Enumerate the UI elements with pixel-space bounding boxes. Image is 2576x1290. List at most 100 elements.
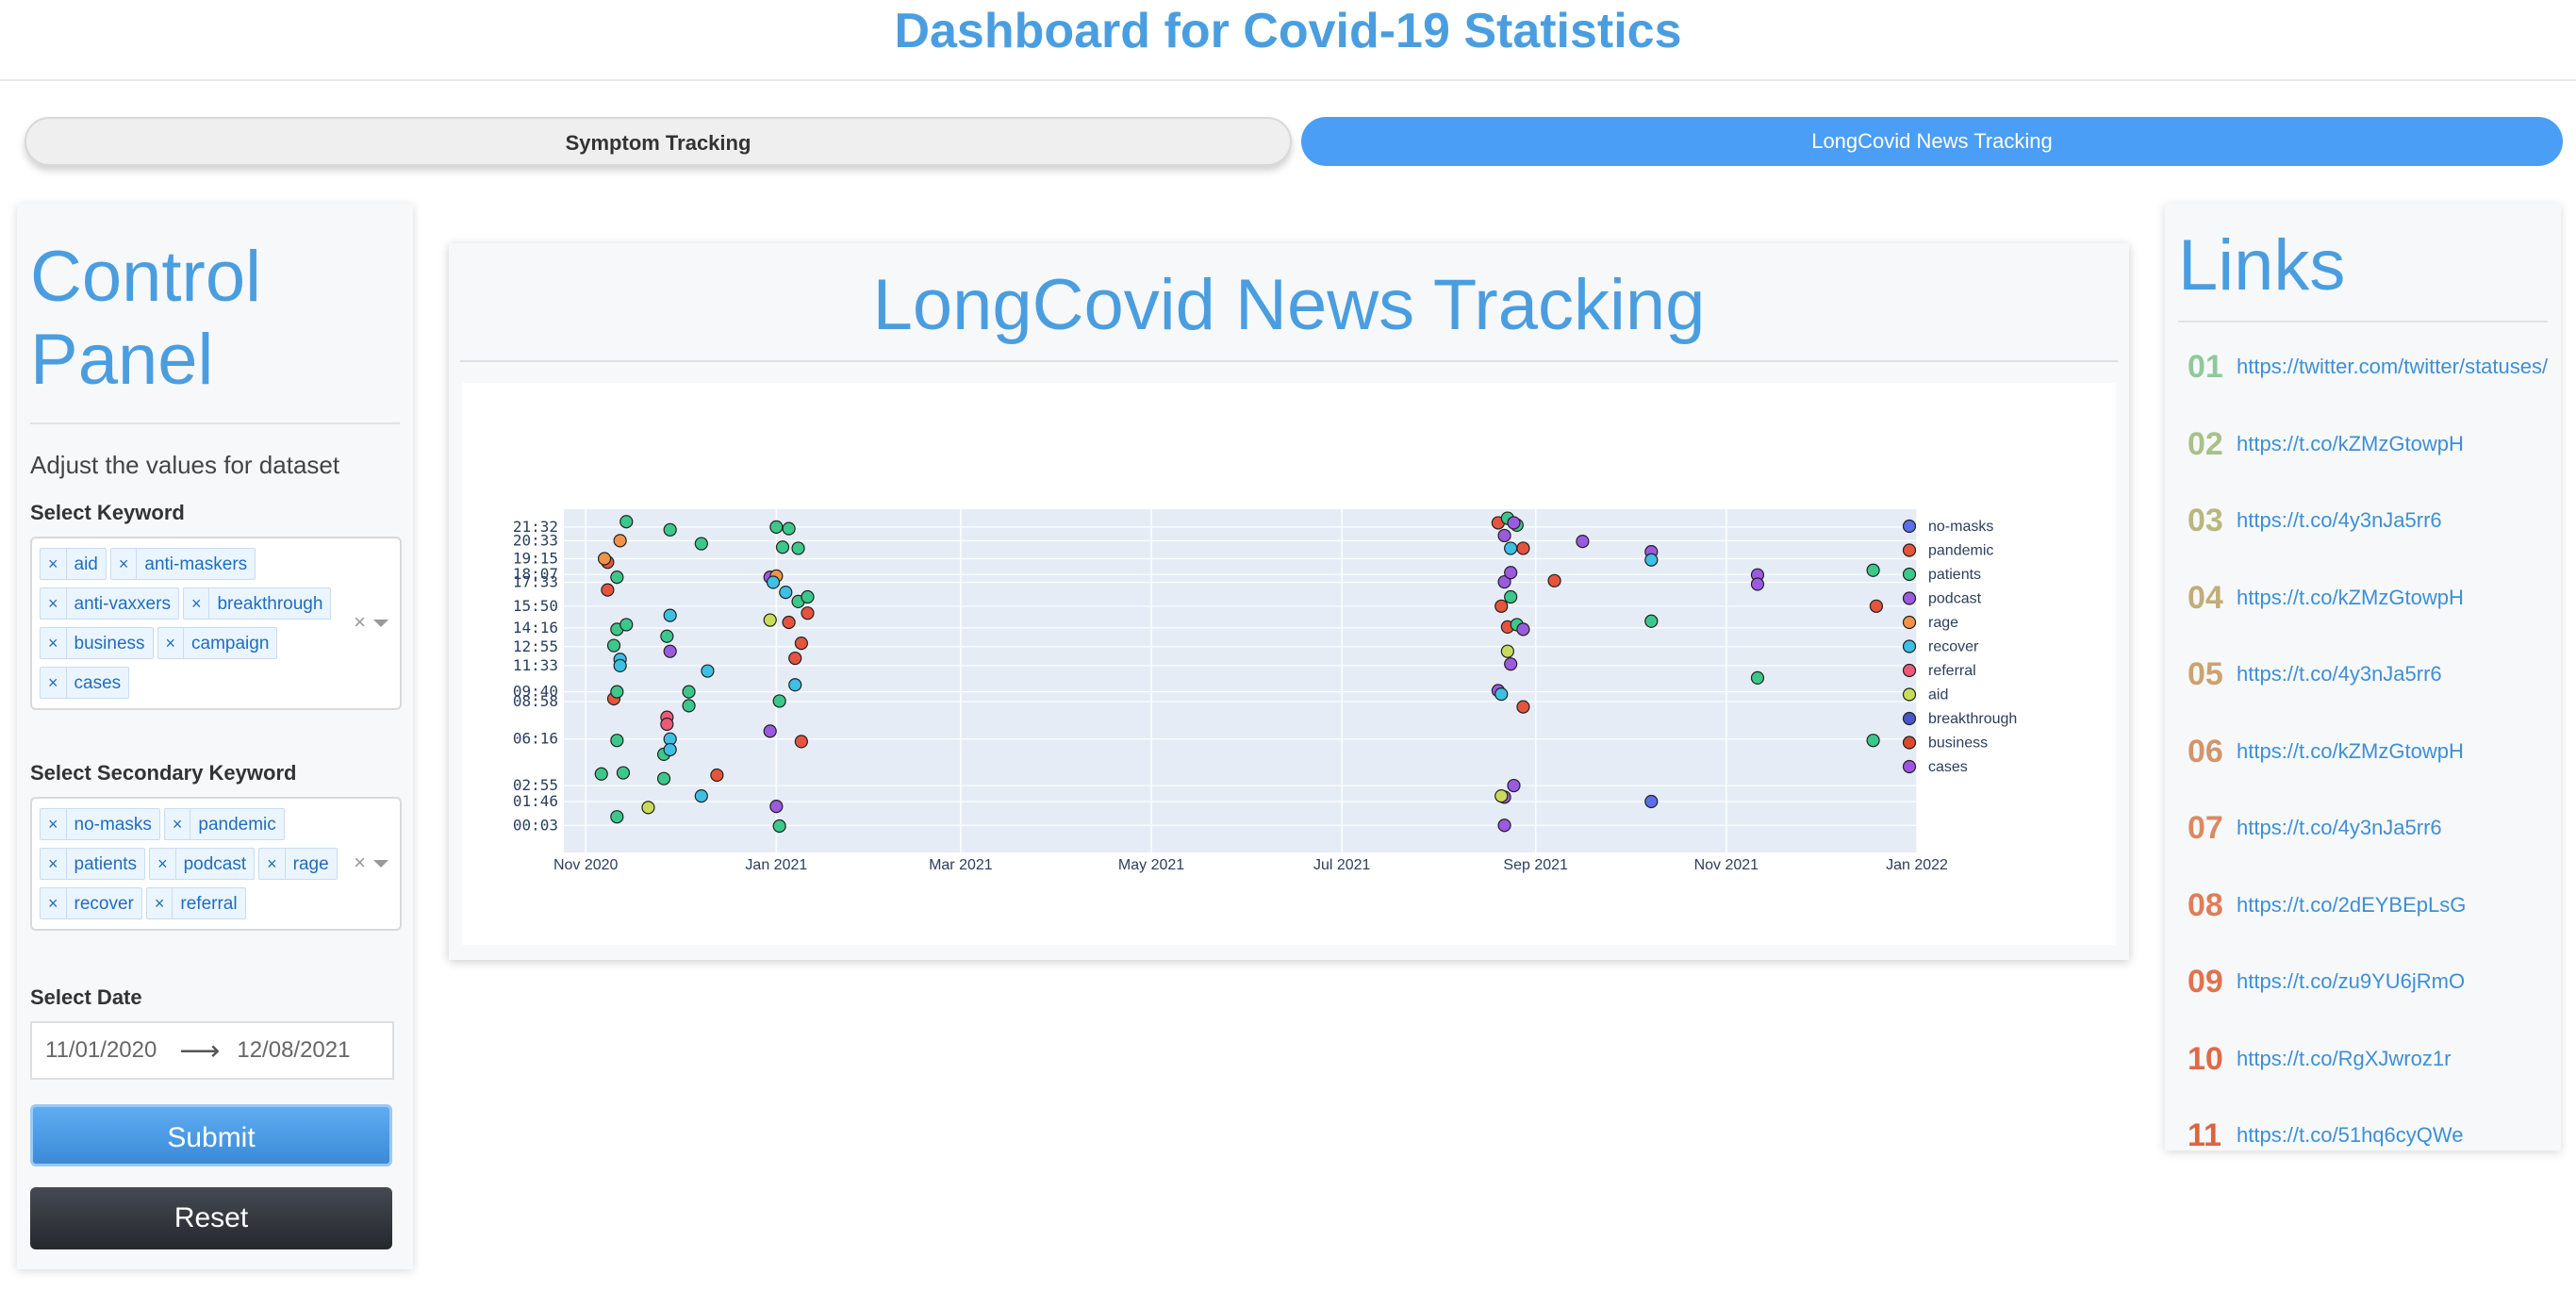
data-point-recover <box>694 788 708 803</box>
submit-button[interactable]: Submit <box>30 1104 392 1166</box>
tag-label: pandemic <box>198 815 276 835</box>
link-url[interactable]: https://t.co/zu9YU6jRmO <box>2237 964 2465 1000</box>
data-point-patients <box>682 699 696 713</box>
keyword-tag[interactable]: × podcast <box>149 848 256 880</box>
data-point-rage <box>613 534 627 548</box>
keyword-tag[interactable]: × business <box>40 627 154 659</box>
legend-marker-referral <box>1902 663 1917 678</box>
chart-area[interactable]: Nov 2020 Jan 2021 Mar 2021 May 2021 Jul 2021… <box>462 383 2116 945</box>
remove-tag-icon[interactable]: × <box>150 849 176 879</box>
link-item[interactable]: 03 https://t.co/4y3nJa5rr6 <box>2178 503 2561 580</box>
remove-tag-icon[interactable]: × <box>41 809 67 839</box>
tab-symptom-tracking[interactable]: Symptom Tracking <box>25 117 1292 166</box>
remove-tag-icon[interactable]: × <box>41 628 67 658</box>
keyword-tag[interactable]: × patients <box>40 848 146 880</box>
link-item[interactable]: 09 https://t.co/zu9YU6jRmO <box>2178 964 2561 1041</box>
remove-tag-icon[interactable]: × <box>184 588 210 619</box>
keyword-tag[interactable]: × pandemic <box>163 808 285 840</box>
keyword-tag[interactable]: × breakthrough <box>182 587 332 620</box>
reset-button[interactable]: Reset <box>30 1187 392 1249</box>
remove-tag-icon[interactable]: × <box>165 809 191 839</box>
keyword-tag[interactable]: × referral <box>145 887 246 919</box>
remove-tag-icon[interactable]: × <box>147 888 173 918</box>
links-list: 01 https://twitter.com/twitter/statuses/0… <box>2178 349 2561 1150</box>
data-point-podcast <box>1507 516 1521 530</box>
secondary-keyword-label: Select Secondary Keyword <box>30 761 297 785</box>
data-point-patients <box>1504 589 1518 604</box>
link-url[interactable]: https://t.co/4y3nJa5rr6 <box>2237 503 2442 538</box>
link-url[interactable]: https://t.co/2dEYBEpLsG <box>2237 887 2466 923</box>
date-range-picker[interactable]: 11/01/2020 ⟶ 12/08/2021 <box>30 1021 394 1080</box>
keyword-tag[interactable]: × cases <box>40 667 130 699</box>
data-point-recover <box>1504 541 1518 555</box>
remove-tag-icon[interactable]: × <box>41 849 67 879</box>
legend-label: breakthrough <box>1928 711 2017 727</box>
remove-tag-icon[interactable]: × <box>259 849 286 879</box>
keyword-tag[interactable]: × aid <box>40 548 107 580</box>
start-date-input[interactable]: 11/01/2020 <box>45 1037 157 1064</box>
legend-marker-podcast <box>1902 591 1917 605</box>
legend-marker-business <box>1902 736 1917 750</box>
data-point-recover <box>1494 686 1509 702</box>
chevron-down-icon[interactable] <box>373 620 388 627</box>
remove-tag-icon[interactable]: × <box>111 549 138 579</box>
data-point-rage <box>597 552 612 566</box>
link-url[interactable]: https://t.co/kZMzGtowpH <box>2237 734 2464 769</box>
link-item[interactable]: 07 https://t.co/4y3nJa5rr6 <box>2178 810 2561 887</box>
remove-tag-icon[interactable]: × <box>41 888 67 918</box>
y-tick-label: 06:16 <box>513 730 558 748</box>
remove-tag-icon[interactable]: × <box>41 588 67 619</box>
remove-tag-icon[interactable]: × <box>158 628 185 658</box>
keyword-tag[interactable]: × anti-maskers <box>109 548 256 580</box>
link-url[interactable]: https://t.co/4y3nJa5rr6 <box>2237 656 2442 692</box>
link-url[interactable]: https://t.co/kZMzGtowpH <box>2237 580 2464 616</box>
y-tick-label: 12:55 <box>513 637 558 655</box>
legend-label: recover <box>1928 639 1979 655</box>
end-date-input[interactable]: 12/08/2021 <box>237 1037 350 1064</box>
keyword-tag[interactable]: × campaign <box>157 627 278 659</box>
link-item[interactable]: 02 https://t.co/kZMzGtowpH <box>2178 426 2561 504</box>
keyword-tag[interactable]: × rage <box>258 848 338 880</box>
link-item[interactable]: 06 https://t.co/kZMzGtowpH <box>2178 734 2561 811</box>
link-url[interactable]: https://t.co/51hq6cyQWe <box>2237 1117 2464 1150</box>
link-url[interactable]: https://t.co/4y3nJa5rr6 <box>2237 810 2442 846</box>
tag-label: rage <box>292 854 329 874</box>
tab-longcovid-news-tracking[interactable]: LongCovid News Tracking <box>1301 117 2563 166</box>
link-item[interactable]: 01 https://twitter.com/twitter/statuses/ <box>2178 349 2561 426</box>
clear-keywords-icon[interactable]: × <box>354 610 366 635</box>
link-item[interactable]: 11 https://t.co/51hq6cyQWe <box>2178 1117 2561 1150</box>
link-url[interactable]: https://twitter.com/twitter/statuses/ <box>2237 349 2548 385</box>
clear-secondary-keywords-icon[interactable]: × <box>354 851 366 875</box>
x-tick-label: Jan 2022 <box>1886 857 1948 873</box>
link-item[interactable]: 04 https://t.co/kZMzGtowpH <box>2178 580 2561 657</box>
link-item[interactable]: 08 https://t.co/2dEYBEpLsG <box>2178 887 2561 965</box>
data-point-pandemic <box>1516 541 1530 555</box>
data-point-podcast <box>1497 528 1511 543</box>
link-item[interactable]: 10 https://t.co/RgXJwroz1r <box>2178 1041 2561 1118</box>
link-url[interactable]: https://t.co/RgXJwroz1r <box>2237 1041 2451 1077</box>
data-point-pandemic <box>601 583 615 597</box>
remove-tag-icon[interactable]: × <box>41 668 67 698</box>
keyword-tag[interactable]: × anti-vaxxers <box>40 587 179 620</box>
link-url[interactable]: https://t.co/kZMzGtowpH <box>2237 426 2464 462</box>
data-point-patients <box>663 522 677 537</box>
data-point-patients <box>772 819 786 834</box>
links-panel: Links 01 https://twitter.com/twitter/stat… <box>2165 204 2561 1150</box>
remove-tag-icon[interactable]: × <box>41 549 67 579</box>
keyword-tag[interactable]: × no-masks <box>40 808 160 840</box>
keyword-tag[interactable]: × recover <box>40 887 142 919</box>
scatter-chart[interactable]: Nov 2020 Jan 2021 Mar 2021 May 2021 Jul 2021… <box>462 383 2116 945</box>
link-number: 06 <box>2188 733 2223 769</box>
data-point-patients <box>606 638 621 653</box>
link-item[interactable]: 05 https://t.co/4y3nJa5rr6 <box>2178 656 2561 734</box>
page-title: Dashboard for Covid-19 Statistics <box>0 0 2576 81</box>
secondary-keyword-multiselect[interactable]: × no-masks × pandemic × patients × podcast × rage… <box>30 797 402 931</box>
chevron-down-icon[interactable] <box>373 860 388 868</box>
data-point-recover <box>1644 553 1659 567</box>
legend-label: no-masks <box>1928 519 1993 535</box>
legend-marker-cases <box>1902 759 1917 774</box>
x-tick-label: Jan 2021 <box>745 857 807 873</box>
link-number: 09 <box>2188 964 2223 1000</box>
link-number: 08 <box>2188 886 2223 923</box>
keyword-multiselect[interactable]: × aid × anti-maskers × anti-vaxxers × breakthro… <box>30 537 402 710</box>
